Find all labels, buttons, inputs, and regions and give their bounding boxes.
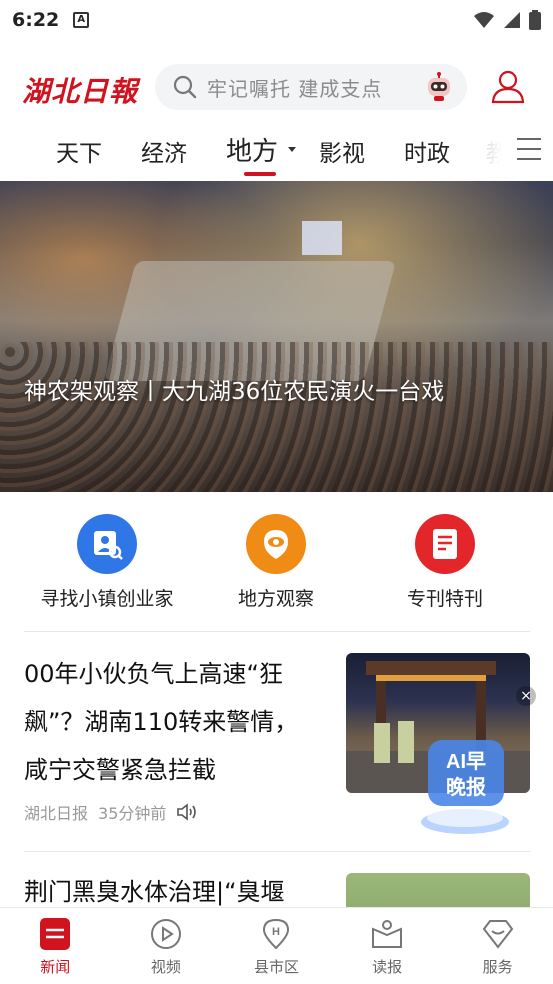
nav-county[interactable]: H 县市区 <box>221 908 332 984</box>
hero-image-crowd <box>0 342 553 492</box>
shortcut-label: 专刊特刊 <box>406 588 483 610</box>
tab-tianxia[interactable]: 天下 <box>56 134 102 168</box>
wifi-icon <box>474 12 494 28</box>
user-profile-icon[interactable] <box>490 68 526 104</box>
shortcut-row: 寻找小镇创业家 地方观察 专刊特刊 <box>0 514 553 614</box>
news-meta: 湖北日报 35分钟前 <box>24 800 198 824</box>
hero-image-screen <box>302 221 342 255</box>
nav-label: 县市区 <box>253 958 299 976</box>
nav-label: 视频 <box>150 958 181 976</box>
service-icon <box>482 918 514 950</box>
news-time: 35分钟前 <box>98 804 167 823</box>
tab-fade <box>470 128 510 178</box>
nav-video[interactable]: 视频 <box>111 908 222 984</box>
status-time: 6:22 <box>12 9 60 31</box>
active-tab-indicator <box>244 172 276 176</box>
location-icon: H <box>260 918 292 950</box>
chevron-down-icon[interactable] <box>287 146 297 154</box>
shortcut-local-observation[interactable]: 地方观察 <box>191 514 361 611</box>
search-bar[interactable]: 牢记嘱托 建成支点 <box>155 64 467 110</box>
battery-icon <box>529 10 541 30</box>
news-headline: 荆门黑臭水体治理|“臭堰 <box>24 878 285 906</box>
app-header: 湖北日報 牢记嘱托 建成支点 <box>0 58 553 118</box>
ai-morning-evening-report-badge[interactable]: AI早 晚报 <box>410 730 520 840</box>
news-source: 湖北日报 <box>24 804 89 823</box>
shortcut-label: 地方观察 <box>237 588 314 610</box>
ai-badge-text-top: AI早 <box>446 751 486 773</box>
shortcut-entrepreneur[interactable]: 寻找小镇创业家 <box>22 514 192 611</box>
document-icon <box>415 514 475 574</box>
eye-icon <box>246 514 306 574</box>
nav-read-paper[interactable]: 读报 <box>332 908 443 984</box>
app-logo: 湖北日報 <box>22 75 139 108</box>
video-icon <box>150 918 182 950</box>
nav-label: 服务 <box>482 958 513 976</box>
news-icon <box>39 918 71 950</box>
newspaper-icon <box>371 918 403 950</box>
nav-service[interactable]: 服务 <box>442 908 553 984</box>
svg-text:H: H <box>273 926 281 938</box>
search-icon <box>173 75 197 99</box>
close-icon[interactable]: × <box>516 686 536 706</box>
divider <box>24 631 530 632</box>
robot-assistant-icon[interactable] <box>423 71 455 103</box>
news-headline: 00年小伙负气上高速“狂飙”？湖南110转来警情，咸宁交警紧急拦截 <box>24 660 299 784</box>
notification-icon: A <box>73 12 90 28</box>
nav-label: 新闻 <box>40 958 71 976</box>
shortcut-special-issue[interactable]: 专刊特刊 <box>360 514 530 611</box>
divider <box>24 851 530 852</box>
nav-label: 读报 <box>372 958 403 976</box>
ai-badge-text-bottom: 晚报 <box>446 775 486 799</box>
tab-shizheng[interactable]: 时政 <box>404 134 450 168</box>
hero-banner[interactable]: 神农架观察丨大九湖36位农民演火一台戏 <box>0 181 553 492</box>
signal-icon <box>504 12 520 28</box>
news-item[interactable]: 荆门黑臭水体治理|“臭堰 <box>24 868 530 908</box>
tab-difang[interactable]: 地方 <box>226 131 278 168</box>
search-placeholder: 牢记嘱托 建成支点 <box>207 76 383 101</box>
shortcut-label: 寻找小镇创业家 <box>40 588 174 610</box>
status-icons <box>473 10 541 30</box>
channel-tabs: 天下 经济 地方 影视 时政 教 <box>0 128 553 178</box>
bottom-navigation: 新闻 视频 H 县市区 读报 服务 <box>0 907 553 984</box>
tab-jingji[interactable]: 经济 <box>141 134 187 168</box>
entrepreneur-icon <box>77 514 137 574</box>
hero-title: 神农架观察丨大九湖36位农民演火一台戏 <box>24 379 445 405</box>
nav-news[interactable]: 新闻 <box>0 908 111 984</box>
channel-menu-icon[interactable] <box>517 138 541 160</box>
tab-yingshi[interactable]: 影视 <box>319 134 365 168</box>
news-thumbnail <box>346 873 530 908</box>
speaker-icon[interactable] <box>176 803 198 821</box>
status-bar: 6:22 A <box>0 0 553 40</box>
